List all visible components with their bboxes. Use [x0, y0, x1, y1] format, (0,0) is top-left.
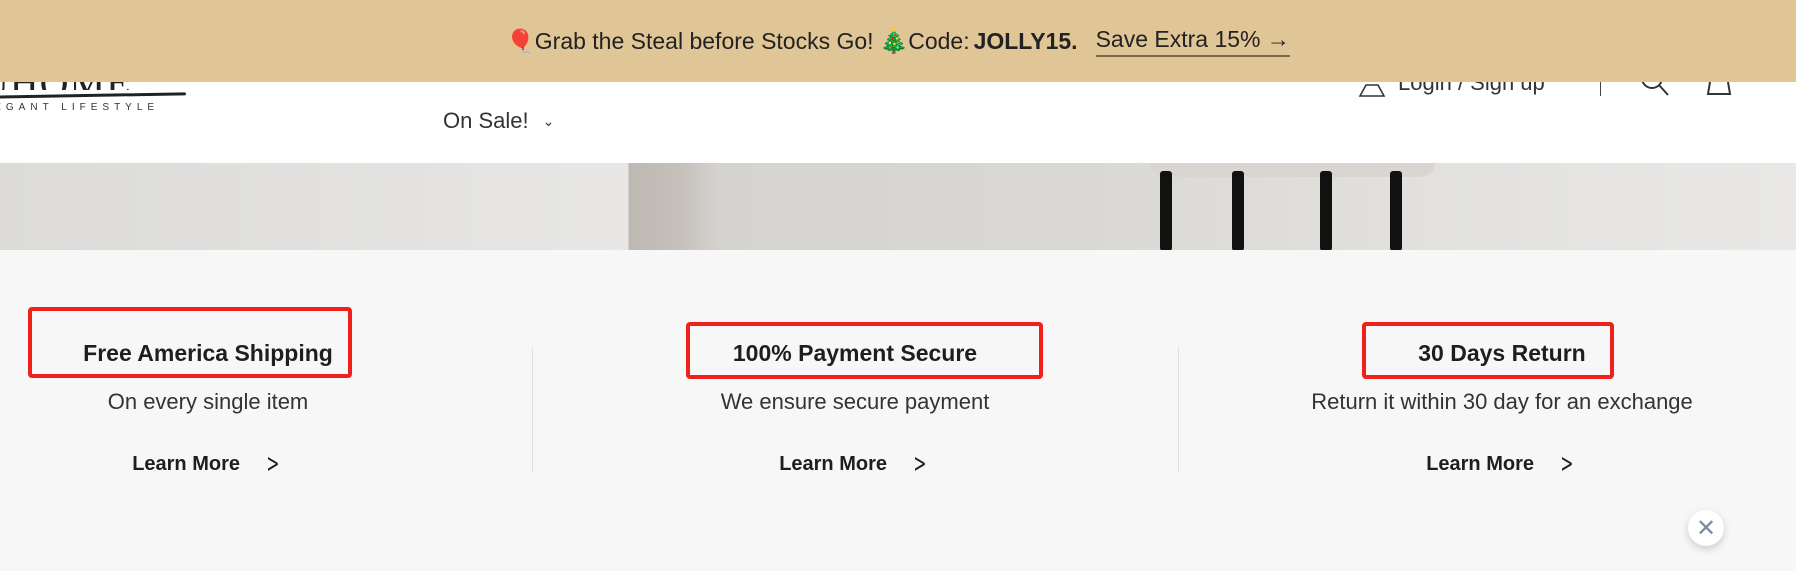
chevron-right-icon: > [913, 449, 927, 479]
features-section: Free America Shipping On every single it… [0, 250, 1796, 571]
feature-subtitle: Return it within 30 day for an exchange [1311, 389, 1693, 414]
save-extra-link[interactable]: Save Extra 15% → [1095, 26, 1290, 57]
feature-subtitle: We ensure secure payment [720, 389, 990, 414]
stool-leg [1320, 171, 1332, 250]
learn-more-label: Learn More [1426, 452, 1534, 475]
nav-on-sale[interactable]: On Sale! ⌄ [443, 108, 554, 134]
highlight-box [28, 307, 352, 378]
logo-tagline: ELEGANT LIFESTYLE [0, 102, 160, 113]
learn-more-link[interactable]: Learn More > [0, 449, 488, 479]
chevron-down-icon: ⌄ [542, 112, 555, 129]
learn-more-link[interactable]: Learn More > [1222, 449, 1782, 479]
tree-icon: 🎄 [879, 27, 909, 54]
promo-code: JOLLY15. [973, 27, 1078, 54]
logo-swoosh [0, 92, 187, 99]
learn-more-label: Learn More [779, 452, 887, 475]
chevron-right-icon: > [266, 449, 280, 479]
learn-more-label: Learn More [132, 452, 240, 475]
highlight-box [1362, 322, 1614, 379]
learn-more-link[interactable]: Learn More > [575, 449, 1135, 479]
balloon-icon: 🎈 [506, 27, 535, 54]
code-label: Code: [908, 27, 970, 54]
nav-on-sale-label: On Sale! [443, 108, 529, 133]
hero-image [0, 163, 1796, 250]
promo-text: Grab the Steal before Stocks Go! [534, 27, 874, 54]
stool-leg [1232, 171, 1244, 250]
promo-banner: 🎈 Grab the Steal before Stocks Go! 🎄 Cod… [0, 0, 1796, 82]
stool-leg [1160, 171, 1172, 250]
feature-subtitle: On every single item [107, 389, 309, 414]
stool-leg [1390, 171, 1402, 250]
column-divider [532, 347, 533, 473]
close-icon: ✕ [1695, 514, 1717, 542]
site-header: OUHOME ELEGANT LIFESTYLE On Sale! ⌄ Logi… [0, 67, 1796, 163]
close-button[interactable]: ✕ [1688, 510, 1724, 546]
highlight-box [686, 322, 1043, 379]
chevron-right-icon: > [1560, 449, 1574, 479]
column-divider [1178, 347, 1179, 473]
